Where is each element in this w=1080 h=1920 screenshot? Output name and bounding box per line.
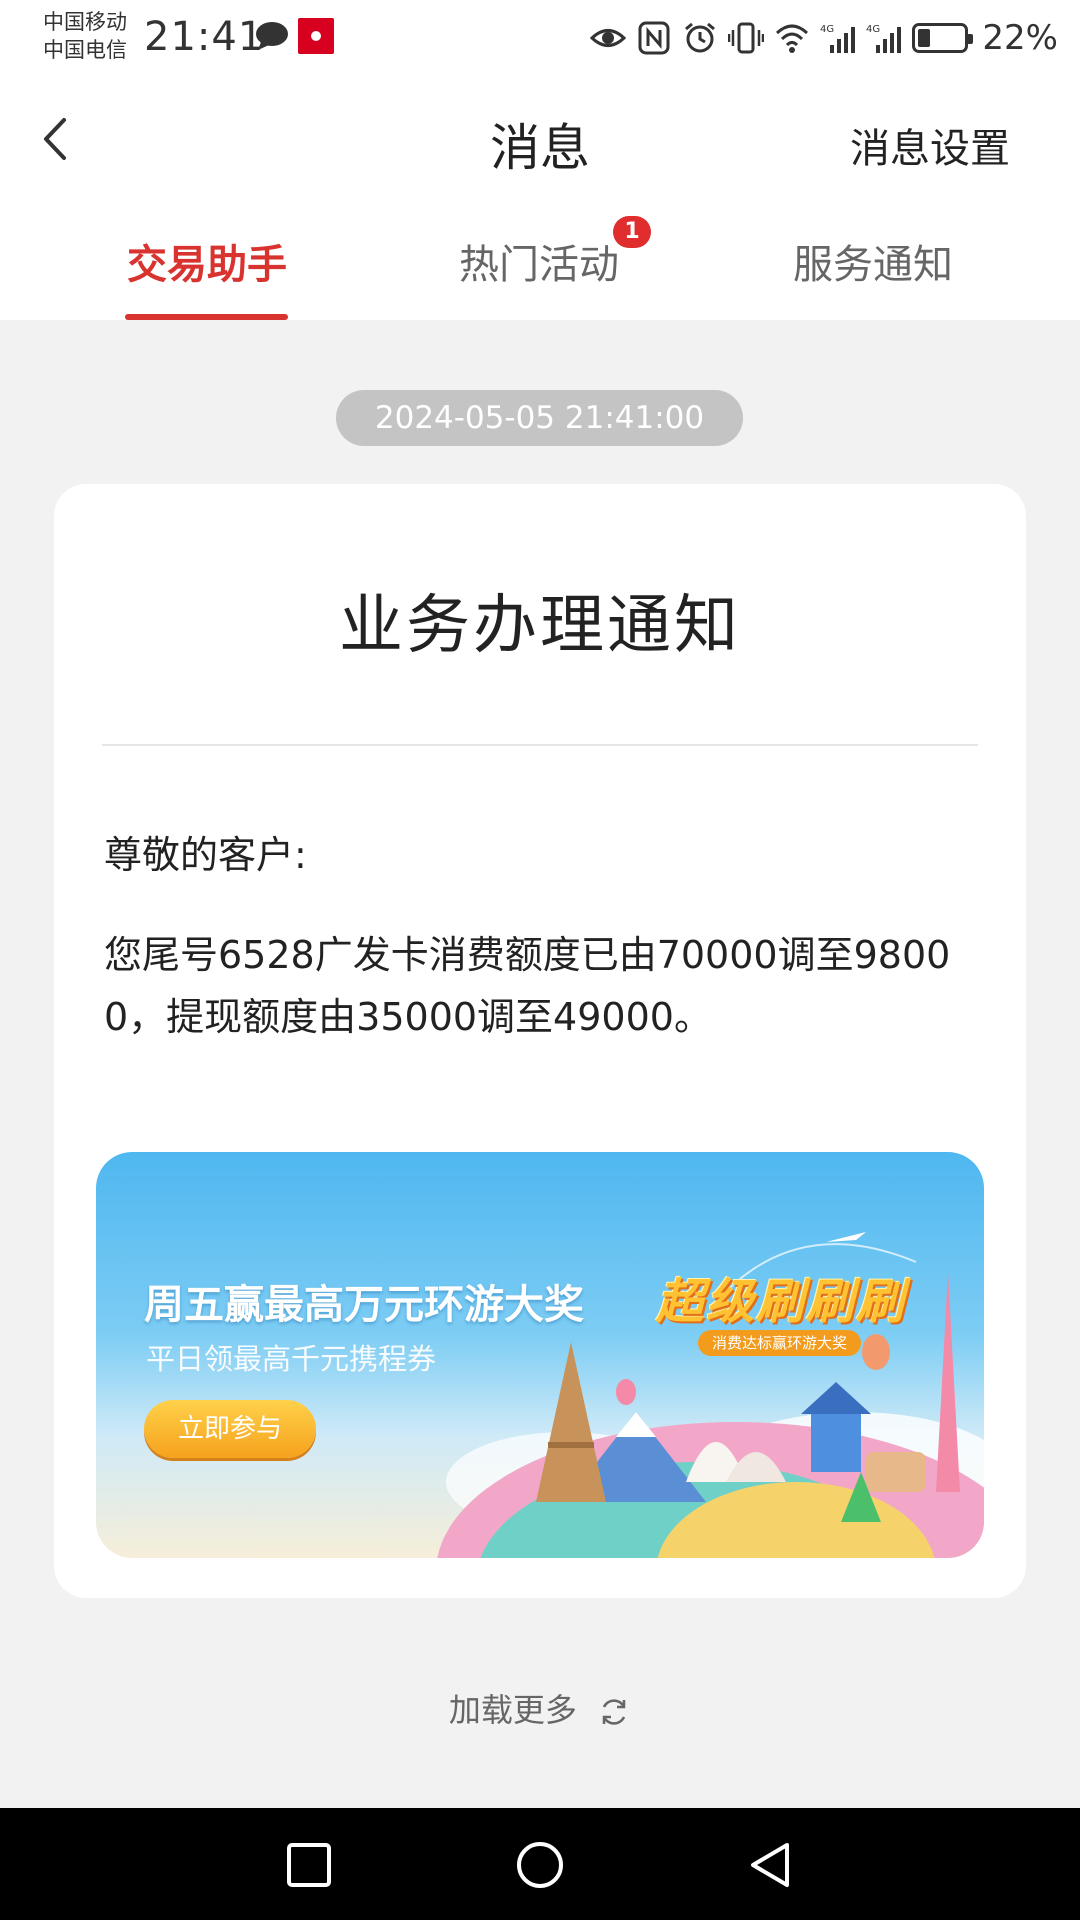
tab-trade-assistant[interactable]: 交易助手 — [127, 232, 287, 290]
tab-service-notices[interactable]: 服务通知 — [793, 232, 953, 290]
refresh-icon — [602, 1699, 626, 1725]
alarm-icon — [685, 22, 716, 53]
app-header: 消息 消息设置 — [0, 78, 1080, 202]
status-icons: 4G 4G 22% — [590, 14, 1058, 62]
banner-headline: 周五赢最高万元环游大奖 — [144, 1282, 584, 1328]
status-bar: 中国移动 中国电信 21:41 4G 4G 22% — [0, 0, 1080, 78]
chat-icon — [256, 22, 288, 50]
promo-banner[interactable]: 周五赢最高万元环游大奖 平日领最高千元携程券 立即参与 超级刷刷刷 消费达标赢环… — [96, 1152, 984, 1558]
message-body: 您尾号6528广发卡消费额度已由70000调至98000，提现额度由35000调… — [104, 933, 951, 1039]
signal-4g-icon: 4G — [866, 24, 902, 53]
message-card: 业务办理通知 尊敬的客户: 您尾号6528广发卡消费额度已由70000调至980… — [54, 484, 1026, 1598]
wifi-icon — [776, 24, 809, 53]
banner-subline: 平日领最高千元携程券 — [146, 1342, 437, 1376]
app-notification-icon — [298, 18, 334, 54]
banner-logo-text: 超级刷刷刷 — [656, 1274, 907, 1330]
unread-badge: 1 — [613, 216, 651, 248]
tab-hot-activities[interactable]: 热门活动 — [459, 232, 619, 290]
home-circle-icon[interactable] — [515, 1840, 565, 1890]
divider — [102, 744, 978, 746]
load-more-label: 加载更多 — [448, 1691, 577, 1729]
banner-logo-subtitle: 消费达标赢环游大奖 — [698, 1330, 862, 1356]
svg-text:4G: 4G — [820, 24, 834, 35]
load-more-button[interactable]: 加载更多 — [0, 1685, 1080, 1731]
message-timestamp: 2024-05-05 21:41:00 — [336, 390, 743, 446]
system-nav-bar — [0, 1808, 1080, 1920]
carrier-info: 中国移动 中国电信 — [43, 8, 127, 64]
tab-bar: 交易助手 热门活动 服务通知 — [0, 202, 1080, 320]
status-time: 21:41 — [144, 14, 265, 60]
join-now-button[interactable]: 立即参与 — [144, 1400, 316, 1458]
carrier-2: 中国电信 — [43, 38, 127, 62]
message-greeting: 尊敬的客户: — [104, 833, 307, 877]
nfc-icon — [638, 21, 670, 55]
battery-icon — [912, 23, 974, 53]
message-title: 业务办理通知 — [339, 589, 741, 663]
message-settings-button[interactable]: 消息设置 — [850, 116, 1010, 174]
back-triangle-icon[interactable] — [745, 1840, 795, 1890]
svg-text:4G: 4G — [866, 24, 880, 35]
eye-icon — [590, 29, 627, 47]
carrier-1: 中国移动 — [43, 10, 127, 34]
recents-square-icon[interactable] — [284, 1840, 334, 1890]
battery-percent: 22% — [982, 18, 1058, 58]
active-tab-indicator — [125, 314, 288, 320]
signal-4g-icon: 4G — [820, 24, 856, 53]
vibrate-icon — [728, 22, 765, 54]
